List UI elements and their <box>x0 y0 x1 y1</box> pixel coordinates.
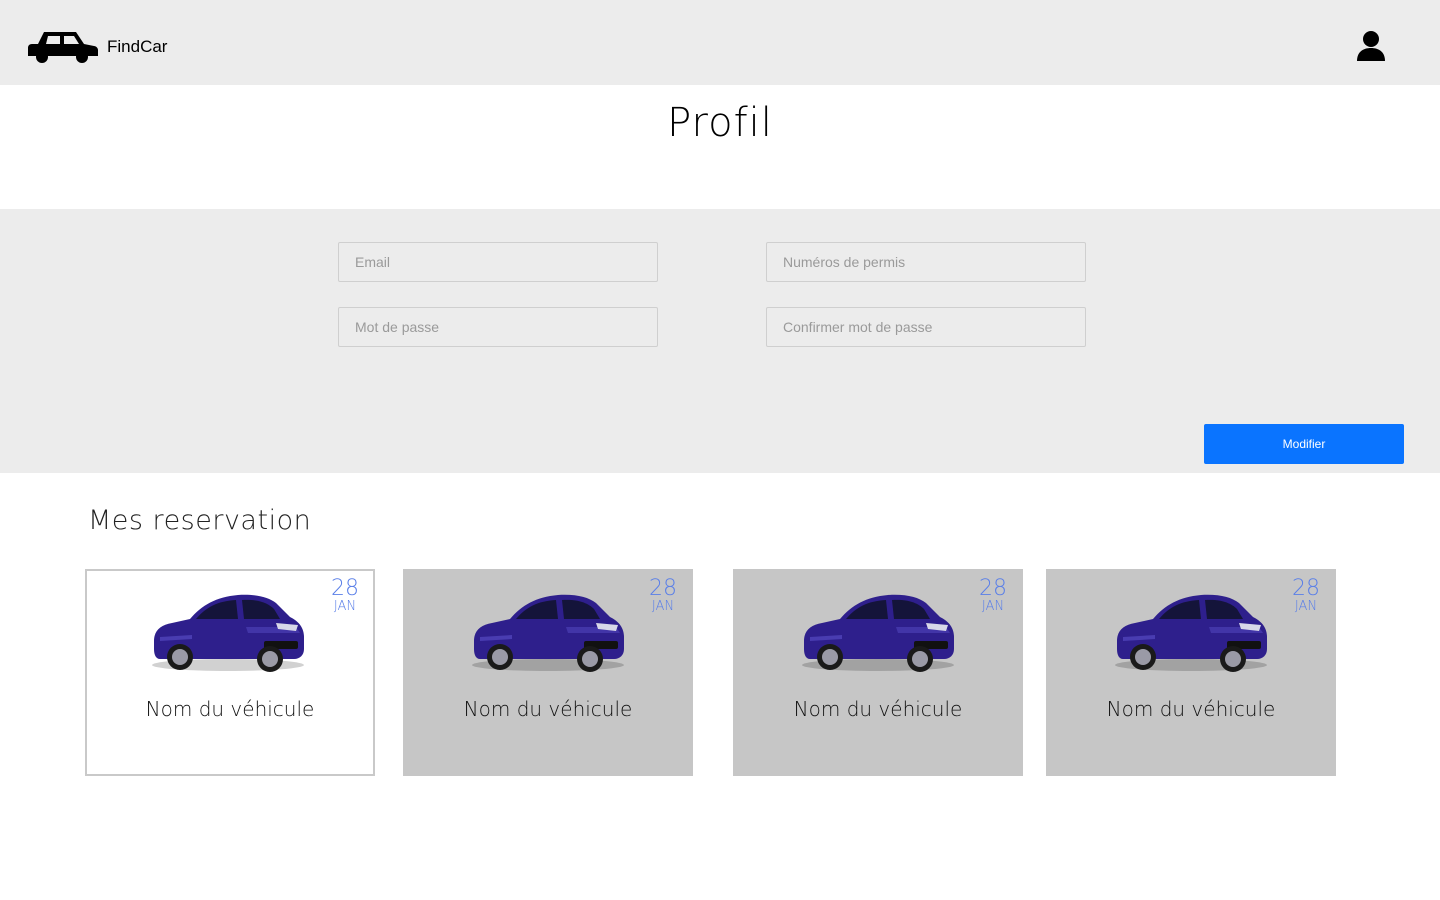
top-navbar: FindCar <box>0 0 1440 85</box>
confirm-password-field[interactable] <box>766 307 1086 347</box>
brand-link[interactable]: FindCar <box>26 28 167 64</box>
date-month: JAN <box>981 599 1005 614</box>
vehicle-name: Nom du véhicule <box>145 697 315 721</box>
car-icon <box>28 32 98 63</box>
vehicle-name: Nom du véhicule <box>1106 697 1276 721</box>
reservation-date: 28 JAN <box>649 578 677 614</box>
page-title: Profil <box>667 100 773 146</box>
car-image <box>1109 579 1273 674</box>
profile-form: Modifier <box>0 209 1440 473</box>
vehicle-name: Nom du véhicule <box>463 697 633 721</box>
date-day: 28 <box>1292 576 1320 601</box>
reservation-date: 28 JAN <box>979 578 1007 614</box>
date-month: JAN <box>651 599 675 614</box>
user-account-button[interactable] <box>1354 30 1388 62</box>
car-image <box>146 579 310 674</box>
vehicle-name: Nom du véhicule <box>793 697 963 721</box>
reservation-date: 28 JAN <box>1292 578 1320 614</box>
reservation-card[interactable]: 28 JAN Nom du véhicule <box>403 569 693 776</box>
date-day: 28 <box>979 576 1007 601</box>
password-field[interactable] <box>338 307 658 347</box>
email-field[interactable] <box>338 242 658 282</box>
reservation-card[interactable]: 28 JAN Nom du véhicule <box>85 569 375 776</box>
date-day: 28 <box>649 576 677 601</box>
reservations-title: Mes reservation <box>88 505 312 536</box>
modify-button[interactable]: Modifier <box>1204 424 1404 464</box>
reservation-card[interactable]: 28 JAN Nom du véhicule <box>1046 569 1336 776</box>
user-icon <box>1357 31 1385 61</box>
date-month: JAN <box>1294 599 1318 614</box>
date-month: JAN <box>333 599 357 614</box>
brand-name: FindCar <box>107 37 168 56</box>
license-number-field[interactable] <box>766 242 1086 282</box>
reservation-date: 28 JAN <box>331 578 359 614</box>
reservation-card[interactable]: 28 JAN Nom du véhicule <box>733 569 1023 776</box>
date-day: 28 <box>331 576 359 601</box>
car-image <box>466 579 630 674</box>
car-image <box>796 579 960 674</box>
